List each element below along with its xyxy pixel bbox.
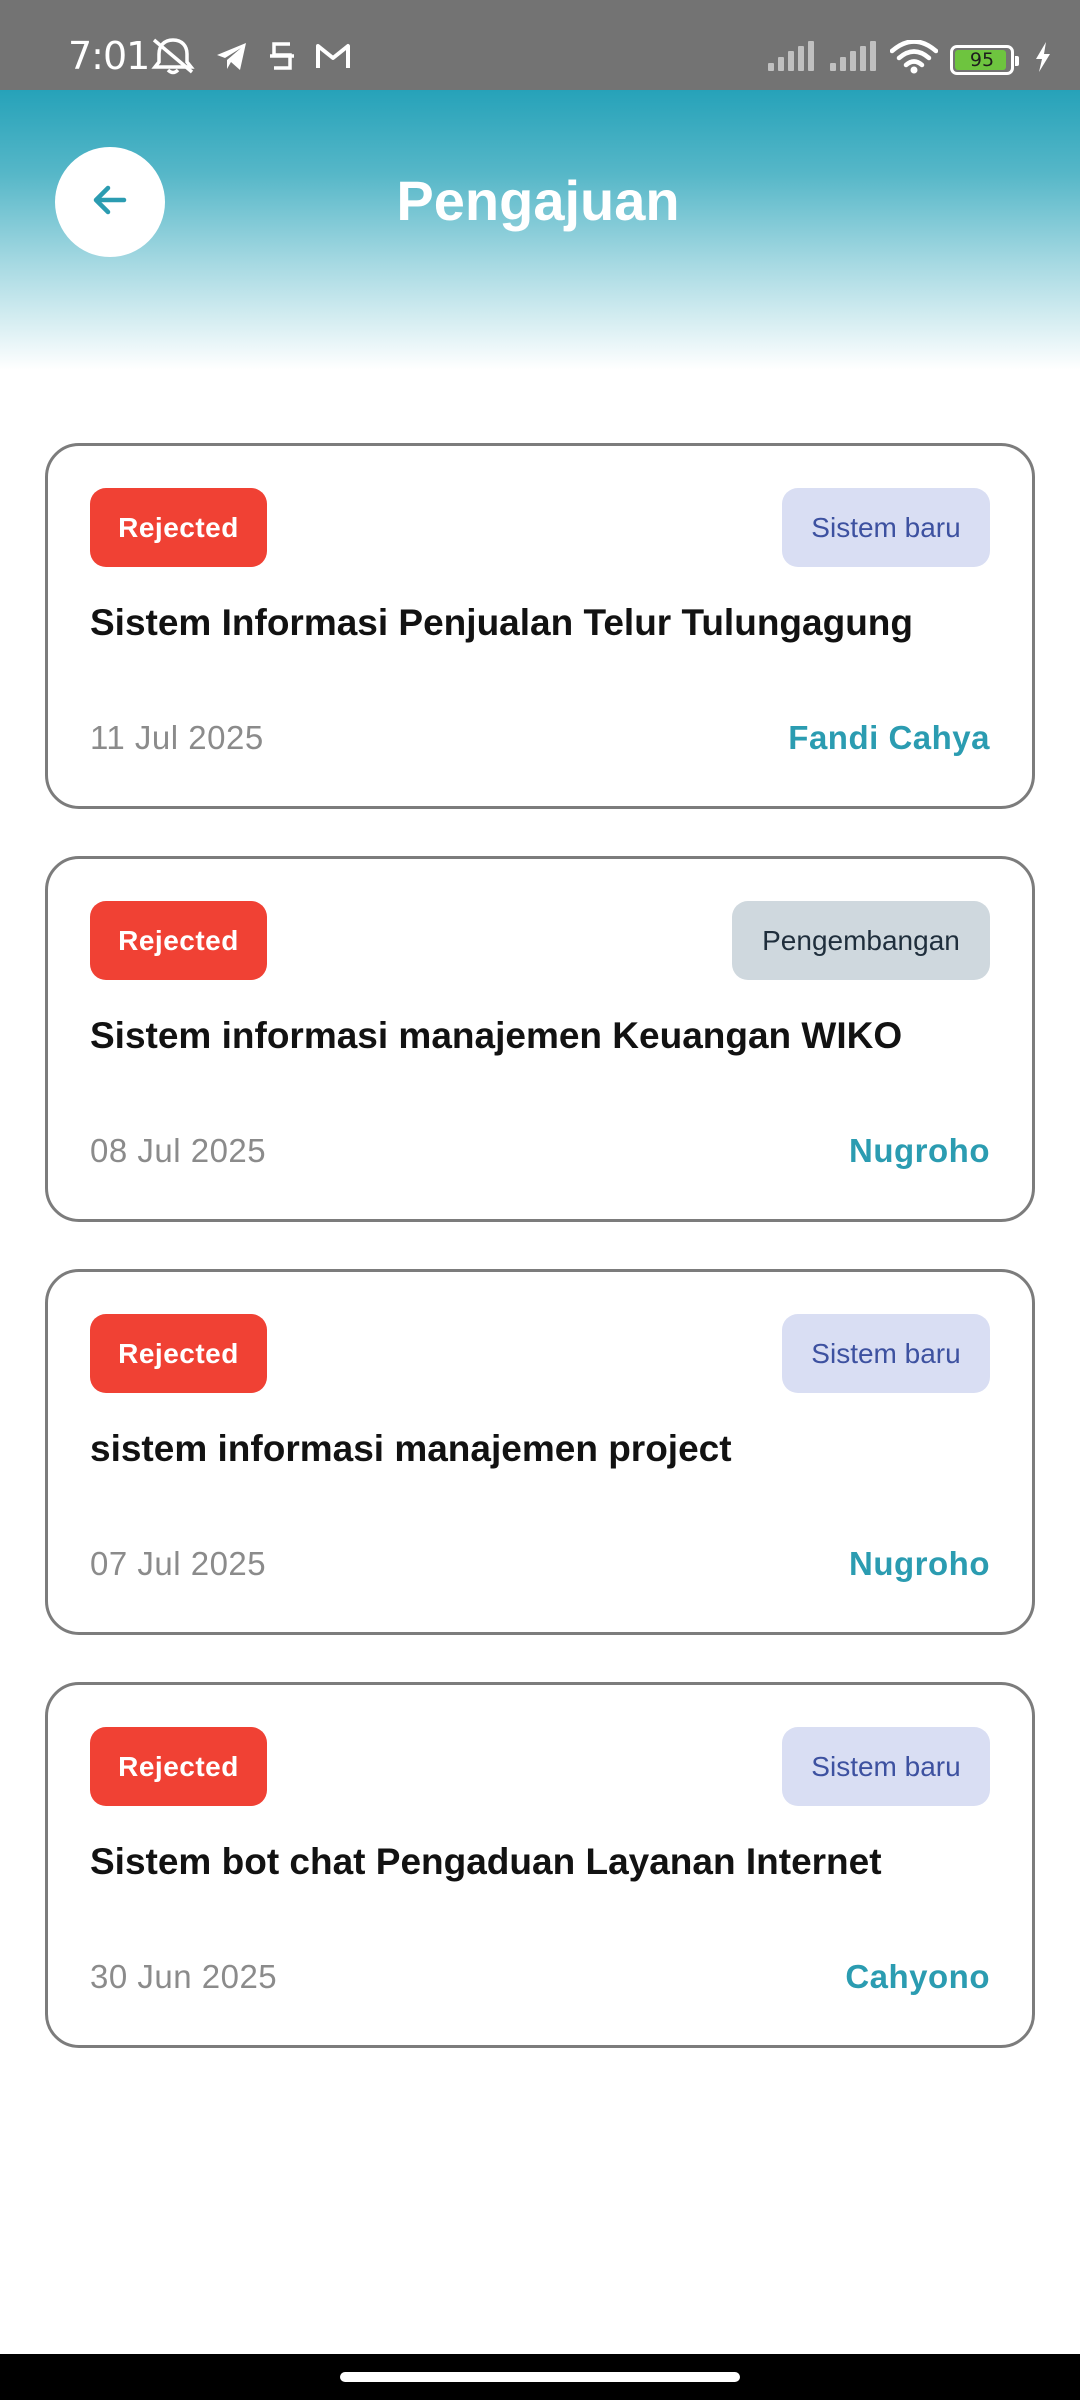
submission-date: 08 Jul 2025 bbox=[90, 1132, 267, 1169]
submission-date: 07 Jul 2025 bbox=[90, 1545, 267, 1582]
submission-title: Sistem bot chat Pengaduan Layanan Intern… bbox=[90, 1841, 882, 1882]
submission-author: Fandi Cahya bbox=[788, 719, 990, 756]
submission-card[interactable]: Rejected Sistem baru Sistem Informasi Pe… bbox=[45, 443, 1035, 809]
app-icon bbox=[268, 38, 296, 79]
type-badge: Sistem baru bbox=[782, 488, 990, 567]
submission-date: 30 Jun 2025 bbox=[90, 1958, 278, 1995]
wifi-icon bbox=[889, 39, 939, 79]
status-badge: Rejected bbox=[90, 488, 267, 567]
page-title: Pengajuan bbox=[396, 169, 680, 232]
battery-icon: 95 bbox=[950, 44, 1019, 75]
battery-level: 95 bbox=[969, 48, 995, 71]
type-badge: Sistem baru bbox=[782, 1314, 990, 1393]
submission-author: Nugroho bbox=[849, 1132, 990, 1169]
submission-list: Rejected Sistem baru Sistem Informasi Pe… bbox=[45, 443, 1035, 2095]
mute-alarm-icon bbox=[150, 36, 196, 81]
system-icons: 95 bbox=[766, 39, 1052, 79]
type-badge: Pengembangan bbox=[732, 901, 990, 980]
submission-author: Nugroho bbox=[849, 1545, 990, 1582]
submission-date: 11 Jul 2025 bbox=[90, 719, 264, 756]
navigation-bar bbox=[0, 2354, 1080, 2400]
submission-card[interactable]: Rejected Pengembangan Sistem informasi m… bbox=[45, 856, 1035, 1222]
submission-card[interactable]: Rejected Sistem baru sistem informasi ma… bbox=[45, 1269, 1035, 1635]
status-badge: Rejected bbox=[90, 901, 267, 980]
signal-icon bbox=[828, 41, 878, 78]
notification-icons bbox=[150, 36, 352, 81]
status-time: 7:01 bbox=[68, 34, 150, 78]
telegram-icon bbox=[214, 38, 250, 79]
gmail-icon bbox=[314, 40, 352, 77]
header: Pengajuan bbox=[0, 90, 1080, 370]
submission-card[interactable]: Rejected Sistem baru Sistem bot chat Pen… bbox=[45, 1682, 1035, 2048]
home-indicator[interactable] bbox=[340, 2372, 740, 2382]
submission-title: Sistem Informasi Penjualan Telur Tulunga… bbox=[90, 602, 913, 643]
signal-icon bbox=[766, 41, 816, 78]
status-bar: 7:01 95 bbox=[0, 0, 1080, 90]
charging-icon bbox=[1034, 42, 1052, 77]
submission-title: Sistem informasi manajemen Keuangan WIKO bbox=[90, 1015, 903, 1056]
submission-title: sistem informasi manajemen project bbox=[90, 1428, 732, 1469]
submission-author: Cahyono bbox=[845, 1958, 990, 1995]
status-badge: Rejected bbox=[90, 1727, 267, 1806]
type-badge: Sistem baru bbox=[782, 1727, 990, 1806]
status-badge: Rejected bbox=[90, 1314, 267, 1393]
